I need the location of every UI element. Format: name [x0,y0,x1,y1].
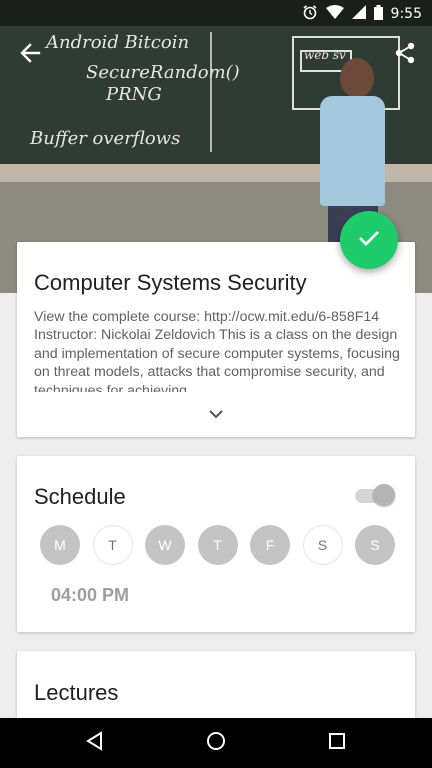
chalk-text: Android Bitcoin [46,32,190,53]
wifi-icon [325,5,344,22]
expand-description-button[interactable] [201,404,231,426]
home-circle-icon [206,731,226,756]
status-time: 9:55 [390,5,422,22]
lectures-title: Lectures [34,680,119,705]
day-selector: M T W T F S S [40,525,395,565]
back-button[interactable] [15,40,45,70]
subscribe-fab[interactable] [340,211,398,269]
chalk-text: PRNG [106,84,162,105]
day-friday[interactable]: F [250,525,290,565]
chalk-text: Buffer overflows [30,128,181,149]
alarm-icon [302,4,318,23]
check-icon [358,229,380,252]
back-triangle-icon [85,730,105,756]
status-bar: 9:55 [0,0,432,26]
course-description: View the complete course: http://ocw.mit… [34,309,400,392]
schedule-title: Schedule [34,484,126,509]
share-button[interactable] [390,40,420,70]
schedule-card: Schedule M T W T F S S 04:00 PM [17,456,415,632]
battery-icon [373,4,383,23]
day-sunday[interactable]: S [355,525,395,565]
course-title: Computer Systems Security [34,270,307,295]
chalk-text: SecureRandom() [86,62,240,83]
signal-icon [351,5,366,22]
system-nav-bar [0,718,432,768]
schedule-time[interactable]: 04:00 PM [51,585,129,606]
day-saturday[interactable]: S [302,525,343,565]
day-wednesday[interactable]: W [145,525,185,565]
day-monday[interactable]: M [40,525,80,565]
schedule-toggle[interactable] [353,484,397,506]
nav-home-button[interactable] [201,728,231,758]
course-info-card: Computer Systems Security View the compl… [17,242,415,437]
chevron-down-icon [208,406,224,424]
arrow-left-icon [19,42,41,69]
day-tuesday[interactable]: T [92,525,133,565]
nav-back-button[interactable] [80,728,110,758]
recents-square-icon [328,732,346,755]
nav-recents-button[interactable] [322,728,352,758]
day-thursday[interactable]: T [197,525,238,565]
chalk-divider [210,32,212,152]
share-icon [394,42,416,69]
